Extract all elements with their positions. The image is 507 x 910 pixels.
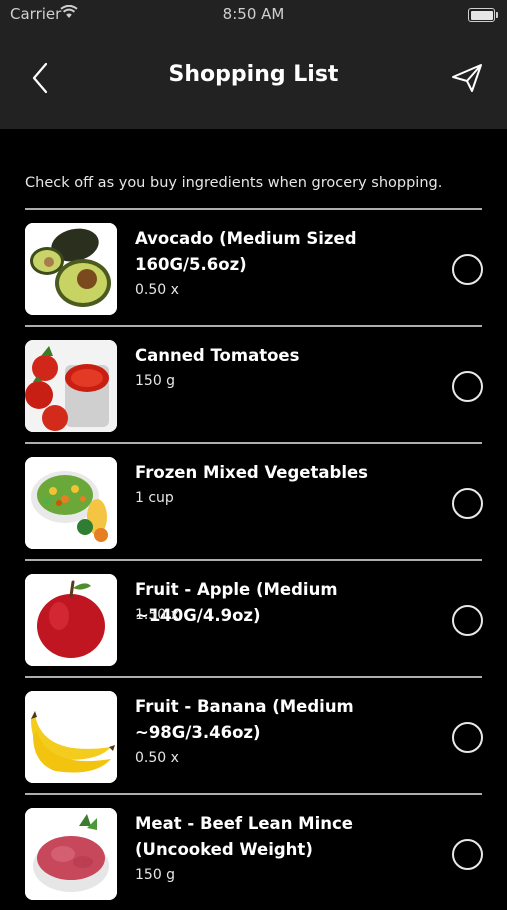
item-checkbox[interactable] — [452, 722, 483, 753]
item-checkbox[interactable] — [452, 254, 483, 285]
list-item: Frozen Mixed Vegetables 1 cup — [25, 444, 483, 559]
mixed-vegetables-image — [25, 457, 117, 549]
battery-icon — [468, 8, 498, 22]
avocado-image — [25, 223, 117, 315]
list-item: Fruit - Apple (Medium ~140G/4.9oz) 1.50 … — [25, 561, 483, 676]
beef-mince-image — [25, 808, 117, 900]
banana-image — [25, 691, 117, 783]
item-checkbox[interactable] — [452, 839, 483, 870]
canned-tomatoes-image — [25, 340, 117, 432]
item-checkbox[interactable] — [452, 371, 483, 402]
item-quantity: 1.50 x — [135, 607, 179, 623]
item-name: Meat - Beef Lean Mince (Uncooked Weight) — [135, 814, 353, 859]
apple-image — [25, 574, 117, 666]
status-bar: Carrier 8:50 AM — [0, 0, 507, 28]
item-name: Fruit - Banana (Medium ~98G/3.46oz) — [135, 697, 354, 742]
item-name: Avocado (Medium Sized 160G/5.6oz) — [135, 229, 357, 274]
item-name: Fruit - Apple (Medium ~140G/4.9oz) — [135, 580, 338, 625]
item-checkbox[interactable] — [452, 488, 483, 519]
page-title: Shopping List — [168, 62, 339, 87]
item-quantity: 1 cup — [135, 490, 174, 506]
item-quantity: 150 g — [135, 867, 176, 883]
item-name: Canned Tomatoes — [135, 346, 300, 365]
shopping-list: Avocado (Medium Sized 160G/5.6oz) 0.50 x… — [25, 208, 483, 910]
item-name: Frozen Mixed Vegetables — [135, 463, 368, 482]
list-item: Avocado (Medium Sized 160G/5.6oz) 0.50 x — [25, 210, 483, 325]
list-item: Fruit - Banana (Medium ~98G/3.46oz) 0.50… — [25, 678, 483, 793]
intro-text: Check off as you buy ingredients when gr… — [25, 175, 443, 191]
list-item: Canned Tomatoes 150 g — [25, 327, 483, 442]
list-item: Meat - Beef Lean Mince (Uncooked Weight)… — [25, 795, 483, 910]
send-icon[interactable] — [450, 62, 484, 94]
status-time: 8:50 AM — [222, 5, 285, 23]
item-checkbox[interactable] — [452, 605, 483, 636]
item-quantity: 0.50 x — [135, 750, 179, 766]
item-quantity: 150 g — [135, 373, 176, 389]
item-quantity: 0.50 x — [135, 282, 179, 298]
